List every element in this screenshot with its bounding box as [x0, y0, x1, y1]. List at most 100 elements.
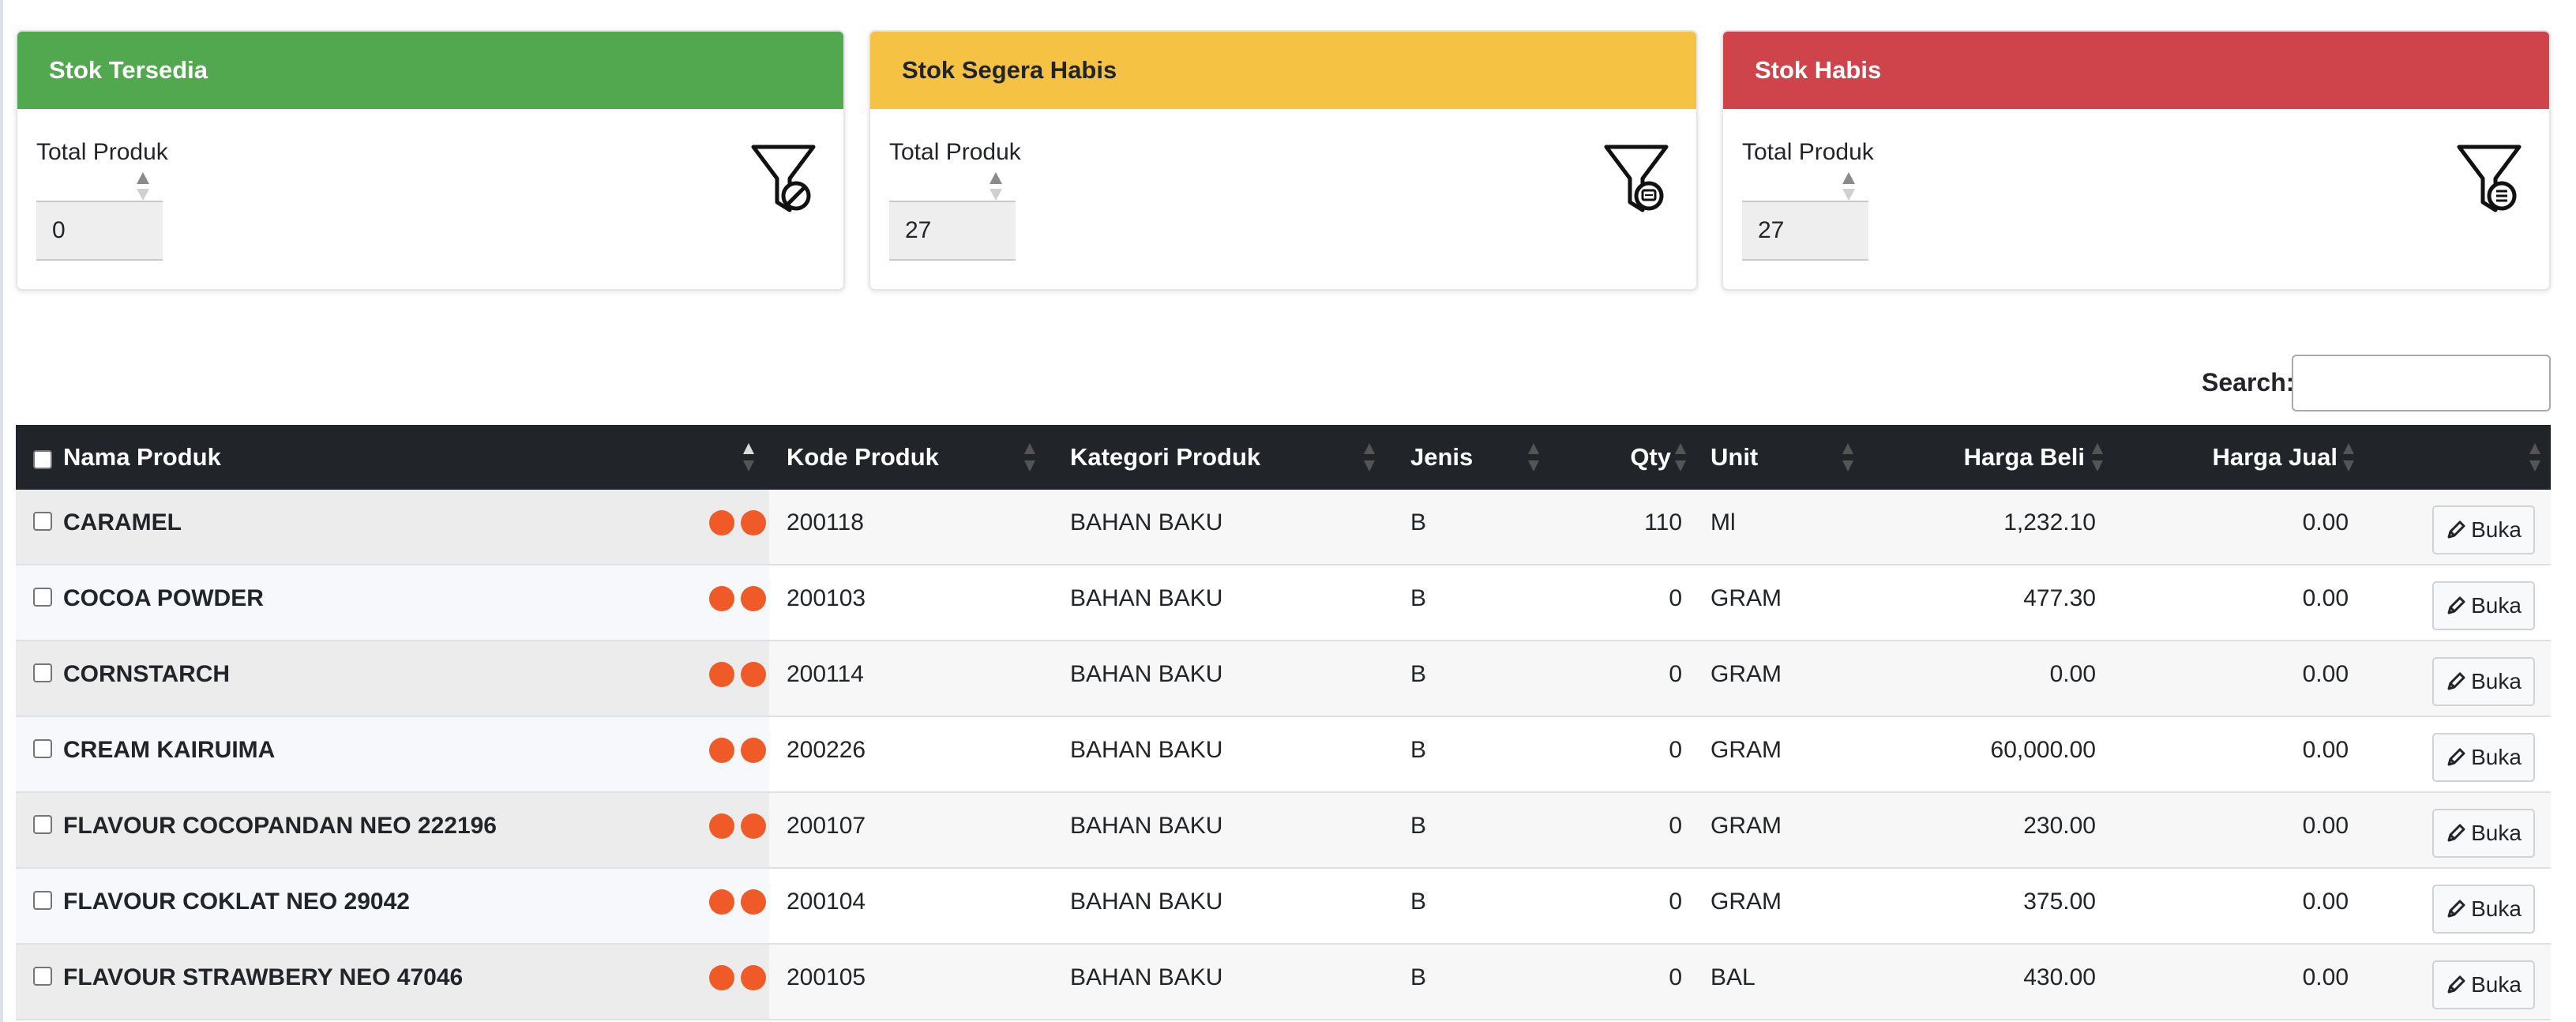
product-unit: GRAM: [1710, 585, 1782, 611]
table-row: CARAMEL 200118 BAHAN BAKU B 110 Ml 1,232…: [16, 490, 2551, 565]
product-type: B: [1410, 964, 1427, 990]
row-checkbox[interactable]: [33, 967, 52, 986]
row-checkbox[interactable]: [33, 512, 52, 531]
status-dot: [709, 813, 734, 839]
product-type: B: [1410, 661, 1427, 687]
harga-beli: 375.00: [2023, 889, 2096, 915]
product-unit: GRAM: [1710, 813, 1782, 839]
column-header-kode-produk[interactable]: Kode Produk: [787, 425, 939, 490]
product-name: CORNSTARCH: [63, 661, 231, 687]
product-name: CARAMEL: [63, 509, 182, 535]
row-checkbox[interactable]: [33, 739, 52, 758]
buka-button[interactable]: Buka: [2432, 885, 2535, 934]
buka-button[interactable]: Buka: [2432, 657, 2535, 706]
product-name: COCOA POWDER: [63, 585, 264, 611]
status-dot: [709, 965, 734, 990]
status-dot: [709, 662, 734, 687]
product-qty: 0: [1669, 813, 1682, 839]
buka-button[interactable]: Buka: [2432, 809, 2535, 858]
total-produk-field[interactable]: 27: [889, 201, 1016, 261]
filter-alert-icon[interactable]: [1603, 142, 1669, 215]
product-category: BAHAN BAKU: [1070, 813, 1223, 839]
status-dot: [741, 586, 766, 611]
product-code: 200104: [787, 889, 866, 915]
product-unit: GRAM: [1710, 889, 1782, 915]
column-header-nama-produk[interactable]: Nama Produk: [63, 425, 221, 490]
column-header-jenis[interactable]: Jenis: [1410, 425, 1473, 490]
table-row: FLAVOUR COCOPANDAN NEO 222196 200107 BAH…: [16, 793, 2551, 869]
column-header-kategori-produk[interactable]: Kategori Produk: [1070, 425, 1260, 490]
product-qty: 0: [1669, 964, 1682, 990]
product-category: BAHAN BAKU: [1070, 585, 1223, 611]
product-category: BAHAN BAKU: [1070, 661, 1223, 687]
status-dot: [741, 738, 766, 763]
total-produk-field[interactable]: 0: [36, 201, 163, 261]
buka-button[interactable]: Buka: [2432, 733, 2535, 782]
product-qty: 0: [1669, 661, 1682, 687]
produk-table: Nama Produk Kode Produk Kategori Produk …: [16, 425, 2551, 1020]
harga-beli: 1,232.10: [2003, 509, 2096, 535]
column-header-harga-beli[interactable]: Harga Beli: [1832, 425, 2085, 490]
status-dot: [741, 813, 766, 839]
row-checkbox[interactable]: [33, 663, 52, 682]
status-dot: [709, 889, 734, 915]
harga-beli: 430.00: [2023, 964, 2096, 990]
sort-icon[interactable]: [1526, 441, 1541, 474]
sort-asc-icon[interactable]: [741, 441, 757, 474]
card-title: Stok Habis: [1723, 32, 2549, 109]
product-type: B: [1410, 813, 1427, 839]
buka-label: Buka: [2471, 593, 2522, 618]
harga-jual: 0.00: [2302, 889, 2349, 915]
status-dot: [709, 510, 734, 535]
buka-label: Buka: [2471, 972, 2522, 997]
column-header-qty[interactable]: Qty: [1548, 425, 1671, 490]
product-unit: BAL: [1710, 964, 1756, 990]
sort-icon[interactable]: [1022, 441, 1038, 474]
sort-icon[interactable]: [1673, 441, 1688, 474]
sort-arrows-icon: [137, 172, 149, 201]
product-type: B: [1410, 509, 1427, 535]
product-code: 200103: [787, 585, 866, 611]
sort-arrows-icon: [989, 172, 1002, 201]
harga-jual: 0.00: [2302, 737, 2349, 763]
buka-button[interactable]: Buka: [2432, 505, 2535, 554]
row-checkbox[interactable]: [33, 588, 52, 607]
buka-button[interactable]: Buka: [2432, 960, 2535, 1009]
pencil-icon: [2447, 824, 2465, 842]
search-label: Search:: [2202, 368, 2295, 396]
sort-arrows-icon: [1842, 172, 1855, 201]
table-row: CREAM KAIRUIMA 200226 BAHAN BAKU B 0 GRA…: [16, 717, 2551, 793]
sort-icon[interactable]: [2341, 441, 2356, 474]
harga-beli: 0.00: [2049, 661, 2096, 687]
sort-icon[interactable]: [2527, 441, 2543, 474]
product-qty: 110: [1644, 509, 1682, 535]
pencil-icon: [2447, 672, 2465, 690]
table-row: FLAVOUR COKLAT NEO 29042 200104 BAHAN BA…: [16, 869, 2551, 945]
card-label: Total Produk: [889, 139, 1021, 165]
filter-ban-icon[interactable]: [750, 142, 817, 215]
search-input[interactable]: [2292, 355, 2551, 411]
harga-jual: 0.00: [2302, 661, 2349, 687]
buka-label: Buka: [2471, 896, 2522, 921]
filter-list-icon[interactable]: [2456, 142, 2522, 215]
product-name: FLAVOUR COCOPANDAN NEO 222196: [63, 813, 497, 839]
status-dot: [709, 738, 734, 763]
sort-icon[interactable]: [1361, 441, 1377, 474]
buka-button[interactable]: Buka: [2432, 581, 2535, 630]
total-produk-field[interactable]: 27: [1742, 201, 1868, 261]
harga-beli: 230.00: [2023, 813, 2096, 839]
column-header-harga-jual[interactable]: Harga Jual: [2101, 425, 2338, 490]
pencil-icon: [2447, 748, 2465, 766]
card-title: Stok Tersedia: [17, 32, 843, 109]
select-all-checkbox[interactable]: [33, 450, 52, 469]
product-code: 200114: [787, 661, 864, 687]
harga-jual: 0.00: [2302, 585, 2349, 611]
page-left-rule: [0, 0, 3, 1022]
row-checkbox[interactable]: [33, 891, 52, 910]
row-checkbox[interactable]: [33, 815, 52, 834]
product-code: 200118: [787, 509, 864, 535]
table-row: COCOA POWDER 200103 BAHAN BAKU B 0 GRAM …: [16, 565, 2551, 641]
column-header-unit[interactable]: Unit: [1710, 425, 1758, 490]
buka-label: Buka: [2471, 517, 2522, 542]
product-qty: 0: [1669, 585, 1682, 611]
